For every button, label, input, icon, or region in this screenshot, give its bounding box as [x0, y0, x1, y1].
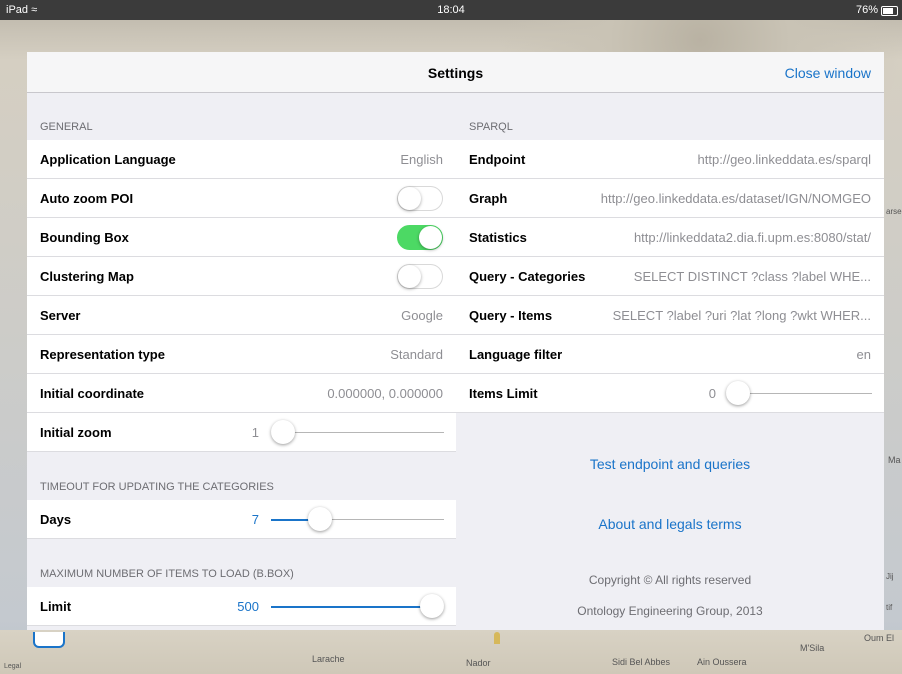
slider-thumb[interactable] — [726, 381, 750, 405]
slider-track — [271, 432, 444, 433]
toggle-knob — [419, 226, 442, 249]
row-label: Representation type — [40, 347, 165, 362]
row-label: Initial zoom — [40, 425, 112, 440]
map-label-nador: Nador — [466, 658, 491, 668]
status-bar: iPad ≈ 18:04 76% — [0, 0, 902, 20]
auto-zoom-toggle[interactable] — [397, 186, 443, 211]
row-statistics[interactable]: Statistics http://linkeddata2.dia.fi.upm… — [456, 218, 884, 257]
row-label: Limit — [40, 599, 72, 614]
slider-thumb[interactable] — [271, 420, 295, 444]
row-value: 0.000000, 0.000000 — [327, 386, 443, 401]
limit-value: 500 — [237, 599, 259, 614]
row-label: Initial coordinate — [40, 386, 145, 401]
row-limit: Limit 500 — [27, 587, 456, 626]
items-limit-value: 0 — [708, 386, 716, 401]
row-label: Query - Items — [469, 308, 553, 323]
map-pin-icon[interactable] — [494, 632, 500, 644]
bounding-box-toggle[interactable] — [397, 225, 443, 250]
slider-thumb[interactable] — [308, 507, 333, 531]
section-header-general: GENERAL — [40, 121, 93, 133]
row-language-filter[interactable]: Language filter en — [456, 335, 884, 374]
days-value: 7 — [251, 512, 259, 527]
locate-icon[interactable] — [33, 632, 65, 648]
row-initial-zoom: Initial zoom 1 — [27, 413, 456, 452]
section-header-sparql: SPARQL — [469, 121, 513, 133]
row-value: Google — [401, 308, 443, 323]
map-label-larache: Larache — [312, 654, 345, 664]
clustering-map-toggle[interactable] — [397, 264, 443, 289]
row-label: Days — [40, 512, 72, 527]
map-label-msila: M'Sila — [800, 643, 825, 653]
map-label-edge-1: arse — [886, 207, 902, 216]
close-window-button[interactable]: Close window — [785, 65, 871, 81]
map-label-edge-2: Ma — [888, 455, 901, 465]
map-legal-link[interactable]: Legal — [4, 663, 21, 670]
status-time: 18:04 — [437, 4, 465, 16]
row-label: Application Language — [40, 152, 176, 167]
row-value: http://geo.linkeddata.es/sparql — [697, 152, 871, 167]
map-label-sidi-bel-abbes: Sidi Bel Abbes — [612, 657, 671, 667]
battery-percent: 76% — [855, 4, 878, 16]
row-value: http://linkeddata2.dia.fi.upm.es:8080/st… — [633, 230, 871, 245]
organization-text: Ontology Engineering Group, 2013 — [577, 604, 763, 618]
row-label: Server — [40, 308, 81, 323]
row-bounding-box: Bounding Box — [27, 218, 456, 257]
map-label-edge-4: tif — [886, 603, 893, 612]
row-label: Bounding Box — [40, 230, 129, 245]
row-clustering-map: Clustering Map — [27, 257, 456, 296]
row-application-language[interactable]: Application Language English — [27, 140, 456, 179]
row-items-limit: Items Limit 0 — [456, 374, 884, 413]
toggle-knob — [398, 187, 421, 210]
row-label: Statistics — [469, 230, 527, 245]
row-value: en — [856, 347, 871, 362]
row-label: Language filter — [469, 347, 563, 362]
row-query-items[interactable]: Query - Items SELECT ?label ?uri ?lat ?l… — [456, 296, 884, 335]
row-endpoint[interactable]: Endpoint http://geo.linkeddata.es/sparql — [456, 140, 884, 179]
row-label: Query - Categories — [469, 269, 586, 284]
sparql-column: SPARQL Endpoint http://geo.linkeddata.es… — [456, 92, 884, 618]
row-label: Items Limit — [469, 386, 538, 401]
map-land — [0, 630, 902, 674]
row-label: Auto zoom POI — [40, 191, 134, 206]
copyright-text: Copyright © All rights reserved — [588, 573, 752, 587]
page-title: Settings — [427, 65, 484, 81]
row-days: Days 7 — [27, 500, 456, 539]
section-header-timeout: TIMEOUT FOR UPDATING THE CATEGORIES — [40, 481, 274, 493]
row-label: Endpoint — [469, 152, 526, 167]
slider-fill — [271, 606, 424, 608]
row-label: Graph — [469, 191, 508, 206]
row-value: Standard — [390, 347, 443, 362]
map-label-edge-3: Jij — [886, 572, 894, 581]
row-auto-zoom-poi: Auto zoom POI — [27, 179, 456, 218]
toggle-knob — [398, 265, 421, 288]
settings-modal: Settings Close window GENERAL Applicatio… — [27, 52, 884, 630]
navbar: Settings Close window — [27, 52, 884, 93]
row-query-categories[interactable]: Query - Categories SELECT DISTINCT ?clas… — [456, 257, 884, 296]
test-endpoint-button[interactable]: Test endpoint and queries — [456, 456, 884, 472]
row-value: SELECT DISTINCT ?class ?label WHE... — [633, 269, 871, 284]
slider-fill — [271, 519, 313, 521]
slider-thumb[interactable] — [420, 594, 444, 618]
row-value: SELECT ?label ?uri ?lat ?long ?wkt WHER.… — [612, 308, 871, 323]
about-legal-terms-button[interactable]: About and legals terms — [456, 516, 884, 532]
initial-zoom-value: 1 — [251, 425, 259, 440]
battery-icon — [881, 6, 898, 16]
map-label-oum-el: Oum El — [864, 633, 895, 643]
row-value: http://geo.linkeddata.es/dataset/IGN/NOM… — [600, 191, 871, 206]
map-label-ain-oussera: Ain Oussera — [697, 657, 747, 667]
row-representation-type[interactable]: Representation type Standard — [27, 335, 456, 374]
row-graph[interactable]: Graph http://geo.linkeddata.es/dataset/I… — [456, 179, 884, 218]
row-value: English — [400, 152, 443, 167]
row-server[interactable]: Server Google — [27, 296, 456, 335]
section-header-max-items: MAXIMUM NUMBER OF ITEMS TO LOAD (B.BOX) — [40, 568, 294, 580]
row-label: Clustering Map — [40, 269, 134, 284]
general-column: GENERAL Application Language English Aut… — [27, 92, 456, 626]
row-initial-coordinate[interactable]: Initial coordinate 0.000000, 0.000000 — [27, 374, 456, 413]
